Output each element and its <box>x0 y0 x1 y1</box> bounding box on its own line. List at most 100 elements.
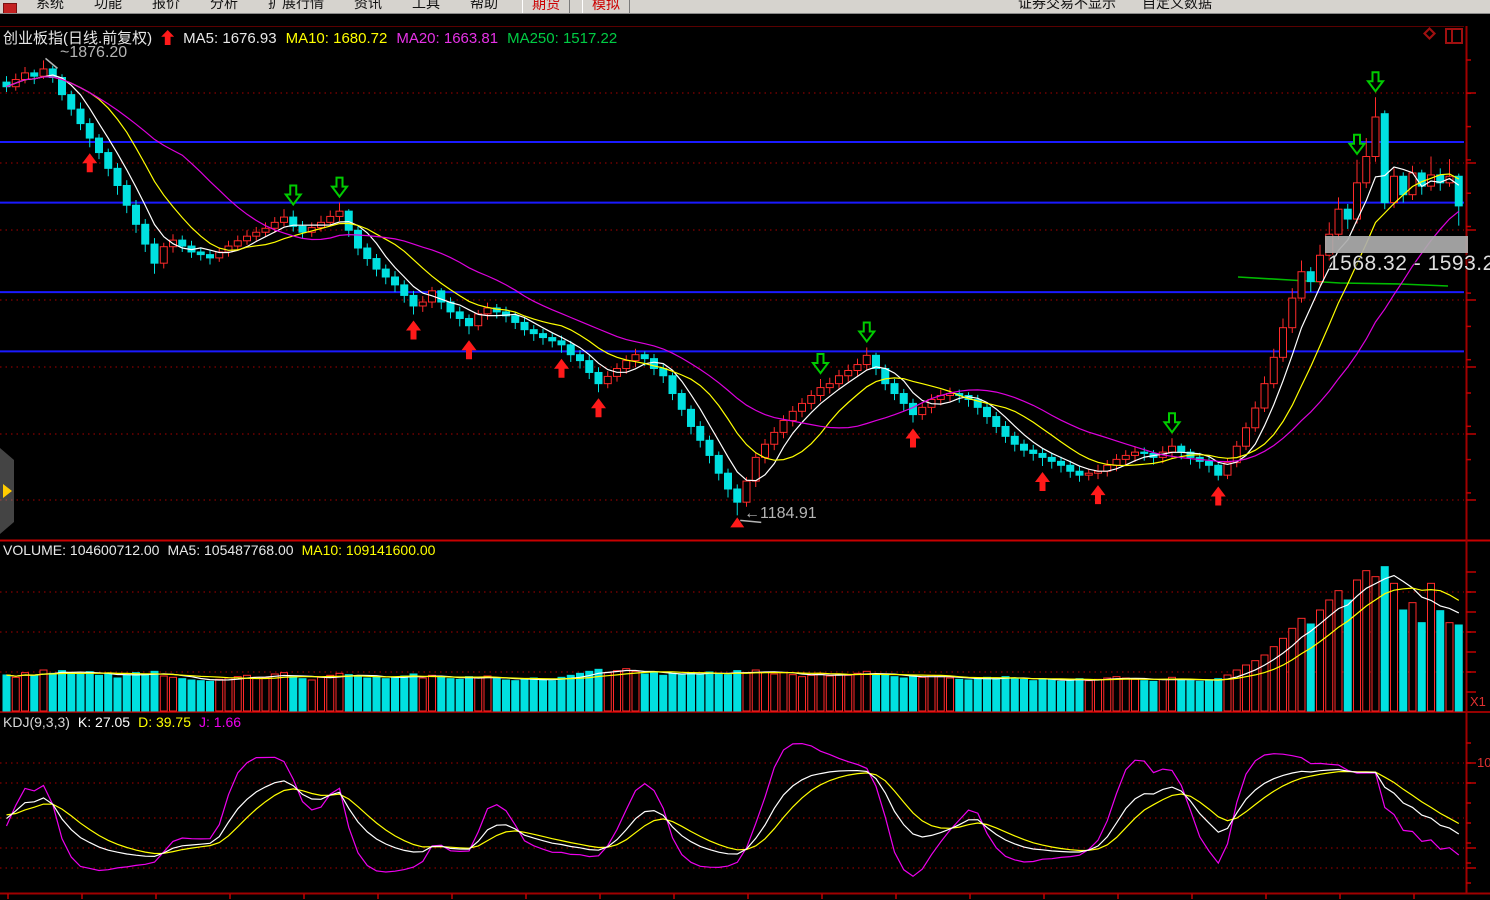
volume-bar <box>604 673 611 711</box>
volume-bar <box>3 675 10 711</box>
volume-bar <box>688 673 695 711</box>
candle-body <box>1122 455 1129 459</box>
candle-body <box>475 314 482 326</box>
candle-body <box>891 384 898 394</box>
candle-body <box>355 230 362 248</box>
candle-body <box>1335 209 1342 234</box>
volume-bar <box>1224 675 1231 711</box>
candle-body <box>281 217 288 222</box>
low-point-marker <box>730 517 744 527</box>
sell-signal-arrow <box>859 322 874 341</box>
volume-bar <box>965 680 972 711</box>
candle-body <box>262 228 269 232</box>
candle-body <box>1298 272 1305 298</box>
volume-bar <box>651 673 658 711</box>
up-trend-arrow-icon <box>161 30 174 45</box>
volume-bar <box>318 677 325 711</box>
volume-bar <box>401 676 408 711</box>
candle-body <box>743 481 750 502</box>
buy-signal-arrow <box>906 428 921 447</box>
candle-body <box>1085 473 1092 475</box>
volume-bar <box>493 679 500 711</box>
buy-signal-arrow <box>1211 486 1226 505</box>
candle-body <box>96 138 103 152</box>
volume-bar <box>1104 678 1111 711</box>
volume-bar <box>429 675 436 711</box>
volume-bar <box>1067 680 1074 711</box>
volume-bar <box>678 675 685 711</box>
volume-bar <box>290 677 297 711</box>
buy-signal-arrow <box>591 398 606 417</box>
ma-value-2: MA20: 1663.81 <box>396 30 498 47</box>
candle-body <box>466 318 473 325</box>
candle-body <box>68 95 75 109</box>
candle-body <box>549 338 556 341</box>
candle-body <box>678 394 685 410</box>
volume-bar <box>1354 580 1361 711</box>
candle-body <box>1215 465 1222 475</box>
sell-signal-arrow <box>1350 135 1365 154</box>
kdj-value-1: K: 27.05 <box>78 714 130 730</box>
sell-signal-arrow <box>332 178 347 197</box>
candle-body <box>817 388 824 396</box>
candle-body <box>1048 457 1055 461</box>
volume-bar <box>345 675 352 711</box>
candle-body <box>900 394 907 404</box>
volume-bar <box>1076 679 1083 711</box>
candle-body <box>197 252 204 255</box>
volume-bar <box>1178 680 1185 711</box>
candle-body <box>1391 176 1398 202</box>
volume-bar <box>133 673 140 711</box>
kdj-value-2: D: 39.75 <box>138 714 191 730</box>
sidebar-expander-handle[interactable] <box>0 448 14 534</box>
candle-body <box>1289 298 1296 328</box>
volume-bar <box>1363 571 1370 711</box>
volume-bar <box>530 678 537 711</box>
volume-bar <box>521 679 528 711</box>
candle-body <box>540 334 547 338</box>
price-range-highlight[interactable] <box>1325 236 1468 253</box>
volume-bar <box>1215 679 1222 711</box>
candle-body <box>234 241 241 246</box>
volume-bar <box>1298 618 1305 711</box>
volume-bar <box>271 674 278 711</box>
volume-bar <box>1169 677 1176 711</box>
candle-body <box>789 411 796 420</box>
volume-bar <box>799 677 806 711</box>
high-price-annotation: ~1876.20 <box>60 44 127 62</box>
candle-body <box>1058 461 1065 465</box>
kdj-j-line <box>7 744 1459 877</box>
volume-bar <box>623 669 630 711</box>
volume-bar <box>299 679 306 711</box>
volume-bar <box>1085 681 1092 711</box>
volume-bar <box>1187 681 1194 711</box>
price-range-tooltip: 1568.32 - 1593.2 <box>1328 252 1490 276</box>
candle-body <box>1252 408 1259 428</box>
candle-body <box>1363 157 1370 183</box>
volume-bar <box>771 674 778 711</box>
candle-body <box>577 355 584 361</box>
candle-body <box>512 316 519 323</box>
candle-body <box>364 248 371 259</box>
candle-body <box>271 222 278 228</box>
candle-body <box>762 444 769 457</box>
kdj-axis-100-label: 100 <box>1477 755 1490 770</box>
window-layout-icon[interactable] <box>1445 28 1463 44</box>
sell-signal-arrow <box>1165 413 1180 432</box>
volume-bar <box>549 681 556 711</box>
candle-body <box>456 312 463 319</box>
volume-bar <box>419 678 426 711</box>
volume-bar <box>1391 583 1398 711</box>
ma10-line <box>7 77 1459 466</box>
volume-bar <box>438 677 445 711</box>
volume-bar <box>669 673 676 711</box>
candle-body <box>299 226 306 232</box>
volume-bar <box>1280 638 1287 711</box>
volume-bar <box>503 680 510 711</box>
volume-bar <box>1141 681 1148 711</box>
volume-bar <box>253 677 260 711</box>
volume-bar <box>456 679 463 711</box>
chart-canvas[interactable] <box>0 0 1490 900</box>
volume-bar <box>891 677 898 711</box>
candle-body <box>1039 453 1046 457</box>
